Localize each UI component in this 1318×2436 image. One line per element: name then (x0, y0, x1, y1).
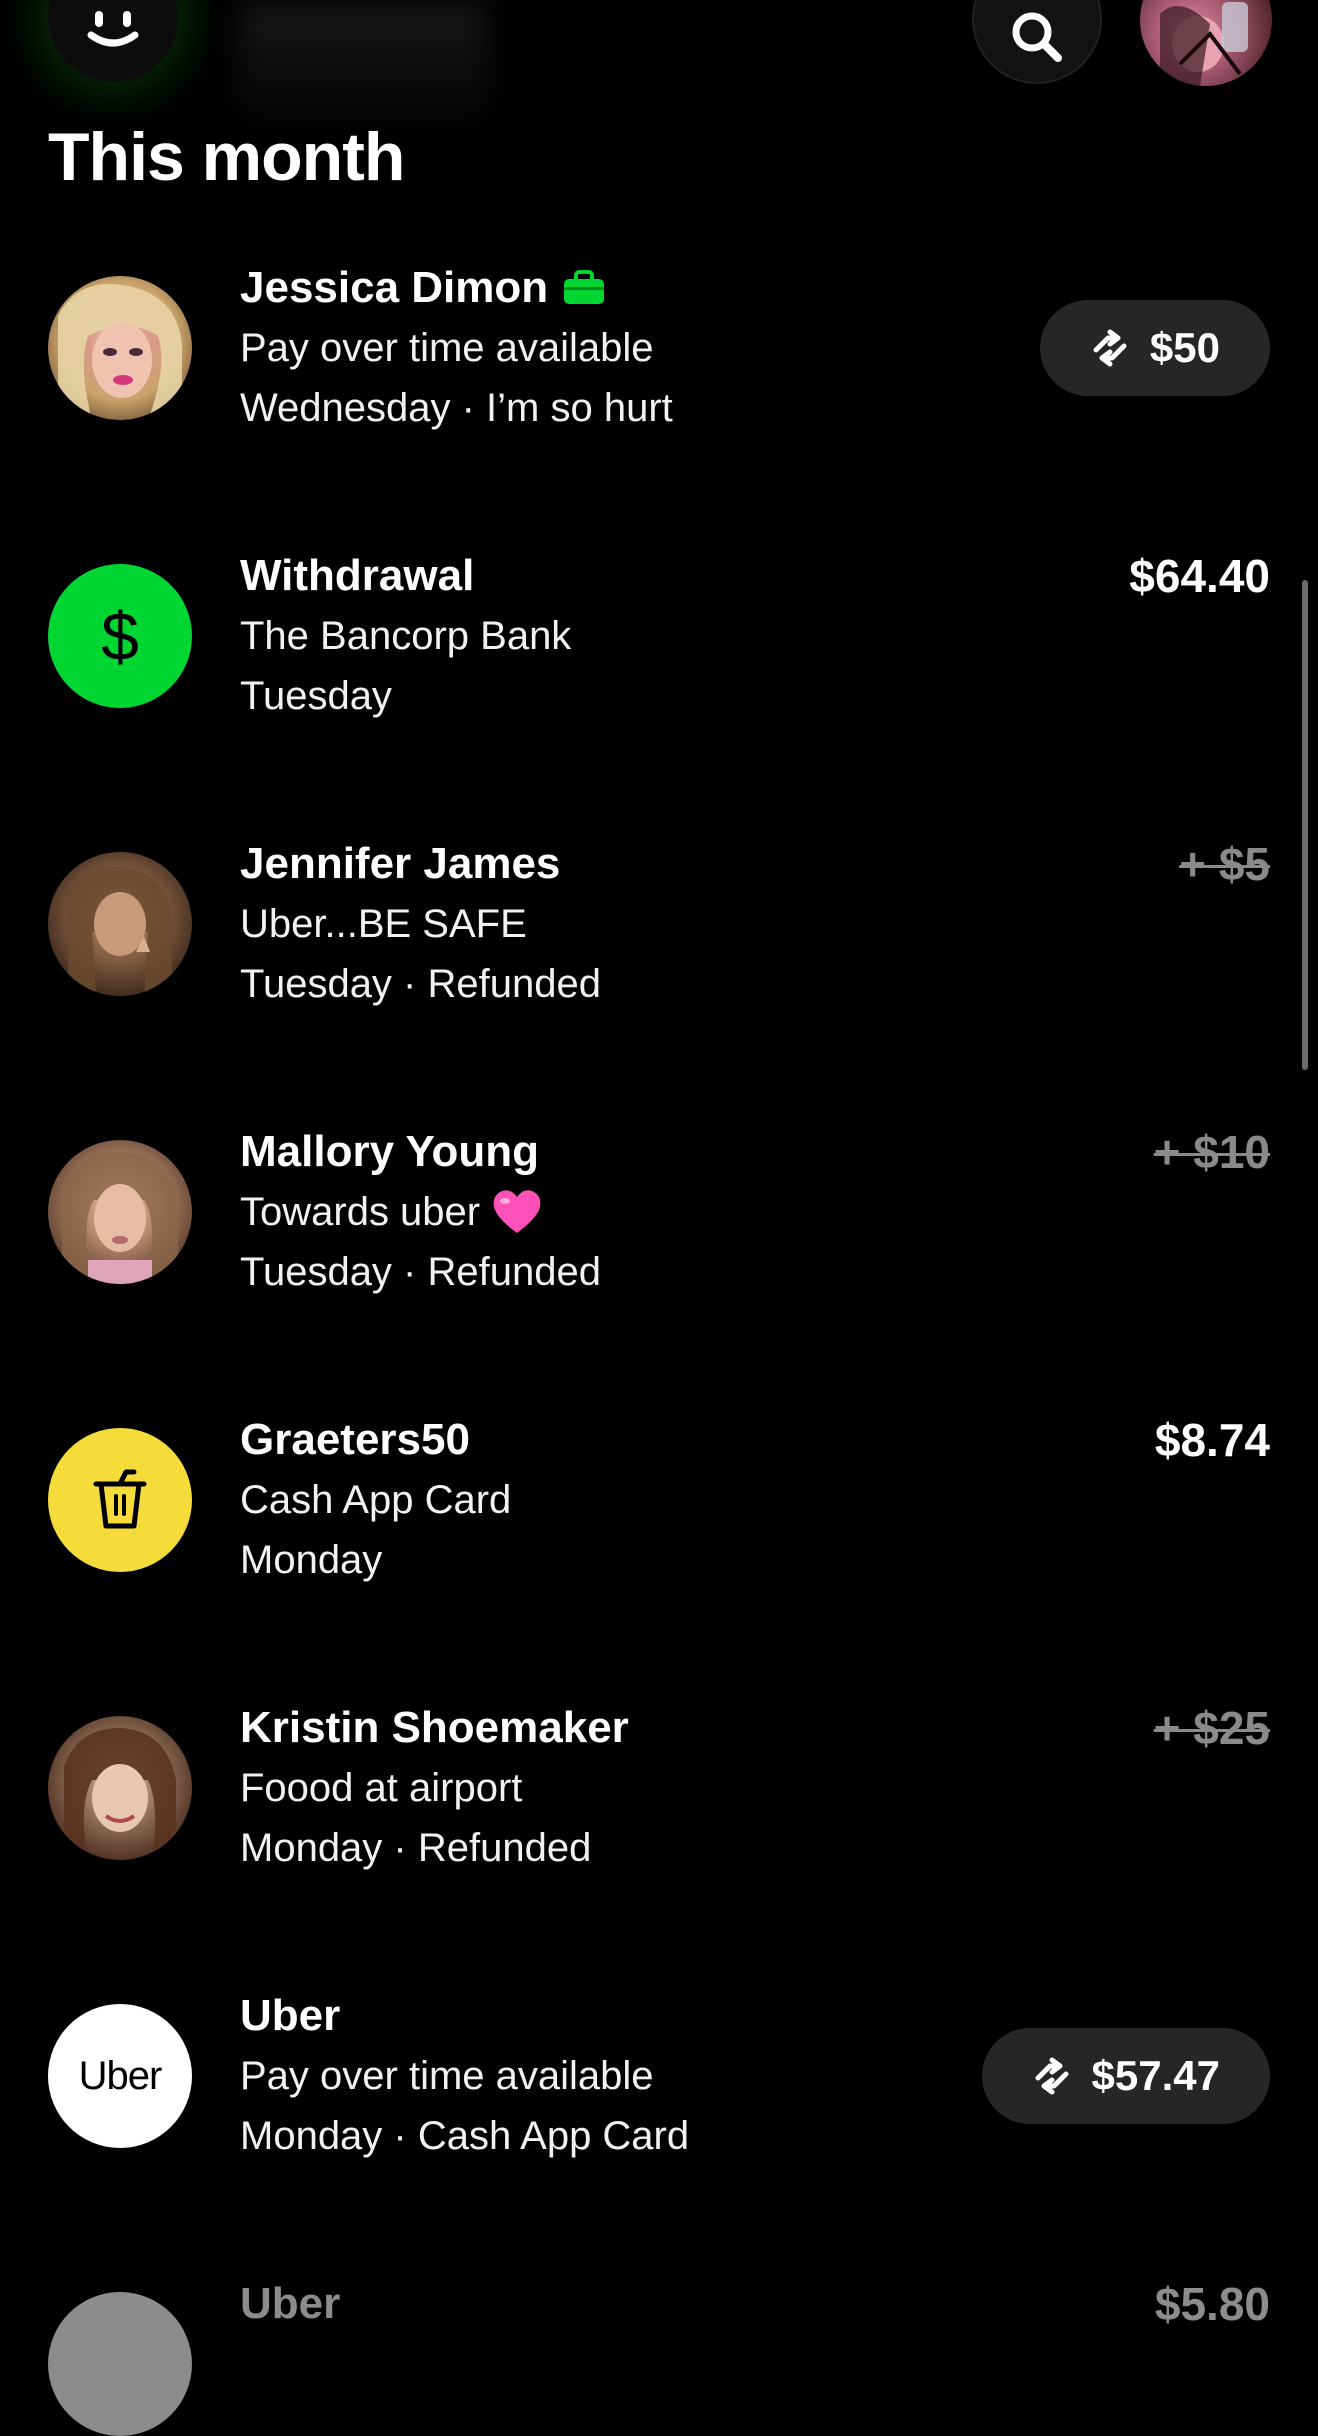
blurred-header-text (238, 0, 488, 120)
transaction-meta: Tuesday (240, 674, 392, 718)
transaction-detail: Cash App Card (240, 1478, 512, 1522)
transaction-name: Uber (240, 1991, 341, 2040)
transaction-row[interactable]: Mallory Young Towards uber Tuesday · Ref… (0, 1122, 1318, 1410)
transaction-amount: $50 (1149, 324, 1220, 371)
transaction-name: Withdrawal (240, 551, 475, 600)
uber-logo: Uber (48, 2004, 192, 2148)
transaction-detail: Pay over time available (240, 2054, 654, 2098)
transaction-row[interactable]: Uber $5.80 (0, 2274, 1318, 2436)
transaction-name: Graeters50 (240, 1415, 470, 1464)
uber-logo (48, 2292, 192, 2436)
transaction-name: Mallory Young (240, 1127, 540, 1176)
search-button[interactable] (972, 0, 1102, 84)
transaction-amount: $8.74 (1154, 1414, 1270, 1466)
pay-over-time-button[interactable]: $50 (1039, 300, 1270, 396)
cup-icon (93, 1469, 147, 1529)
transaction-meta: Tuesday · Refunded (240, 962, 601, 1006)
scrollbar[interactable] (1302, 580, 1308, 1070)
svg-text:$: $ (101, 599, 139, 675)
section-title: This month (48, 119, 405, 195)
transaction-detail: Foood at airport (240, 1766, 523, 1810)
pay-over-time-button[interactable]: $57.47 (981, 2028, 1270, 2124)
profile-avatar-button[interactable] (1140, 0, 1272, 86)
transaction-detail: Towards uber (240, 1190, 481, 1234)
transaction-detail: Uber...BE SAFE (240, 902, 527, 946)
transaction-amount: $57.47 (1091, 2052, 1220, 2099)
avatar (48, 1140, 192, 1284)
transaction-meta: Wednesday · I’m so hurt (240, 386, 673, 430)
dollar-icon: $ (101, 599, 139, 675)
transaction-name: Jennifer James (240, 839, 561, 888)
avatar (48, 1428, 192, 1572)
transaction-meta: Monday · Refunded (240, 1826, 592, 1870)
top-bar (0, 0, 1318, 120)
transaction-row[interactable]: Uber Uber Pay over time available Monday… (0, 1986, 1318, 2274)
transaction-row[interactable]: Kristin Shoemaker Foood at airport Monda… (0, 1698, 1318, 1986)
transaction-row[interactable]: Jennifer James Uber...BE SAFE Tuesday · … (0, 834, 1318, 1122)
transaction-name: Uber (240, 2279, 341, 2328)
briefcase-icon (562, 270, 606, 306)
transaction-amount: $5.80 (1154, 2278, 1270, 2330)
pink-heart-icon (490, 1187, 544, 1237)
transaction-detail: Pay over time available (240, 326, 654, 370)
search-icon (1012, 12, 1062, 62)
transaction-detail: The Bancorp Bank (240, 614, 572, 658)
transaction-name: Jessica Dimon (240, 263, 549, 312)
transaction-meta: Tuesday · Refunded (240, 1250, 601, 1294)
transaction-amount: + $10 (1153, 1126, 1270, 1178)
smiley-icon (87, 11, 139, 47)
transaction-amount: $64.40 (1129, 550, 1270, 602)
transaction-amount: + $5 (1179, 838, 1270, 890)
transaction-meta: Monday (240, 1538, 383, 1582)
avatar: $ (48, 564, 192, 708)
avatar (48, 276, 192, 420)
transaction-meta: Monday · Cash App Card (240, 2114, 690, 2158)
exchange-icon (1035, 2057, 1069, 2095)
avatar-logo-text: Uber (78, 2053, 163, 2098)
profile-smiley-button[interactable] (48, 0, 178, 82)
avatar (48, 1716, 192, 1860)
transaction-row[interactable]: $ Withdrawal The Bancorp Bank Tuesday $6… (0, 546, 1318, 834)
transaction-amount: + $25 (1153, 1702, 1270, 1754)
transaction-row[interactable]: Jessica Dimon Pay over time available We… (0, 258, 1318, 546)
avatar (1160, 2, 1248, 86)
exchange-icon (1093, 329, 1127, 367)
avatar (48, 852, 192, 996)
transaction-row[interactable]: Graeters50 Cash App Card Monday $8.74 (0, 1410, 1318, 1698)
transaction-name: Kristin Shoemaker (240, 1703, 629, 1752)
